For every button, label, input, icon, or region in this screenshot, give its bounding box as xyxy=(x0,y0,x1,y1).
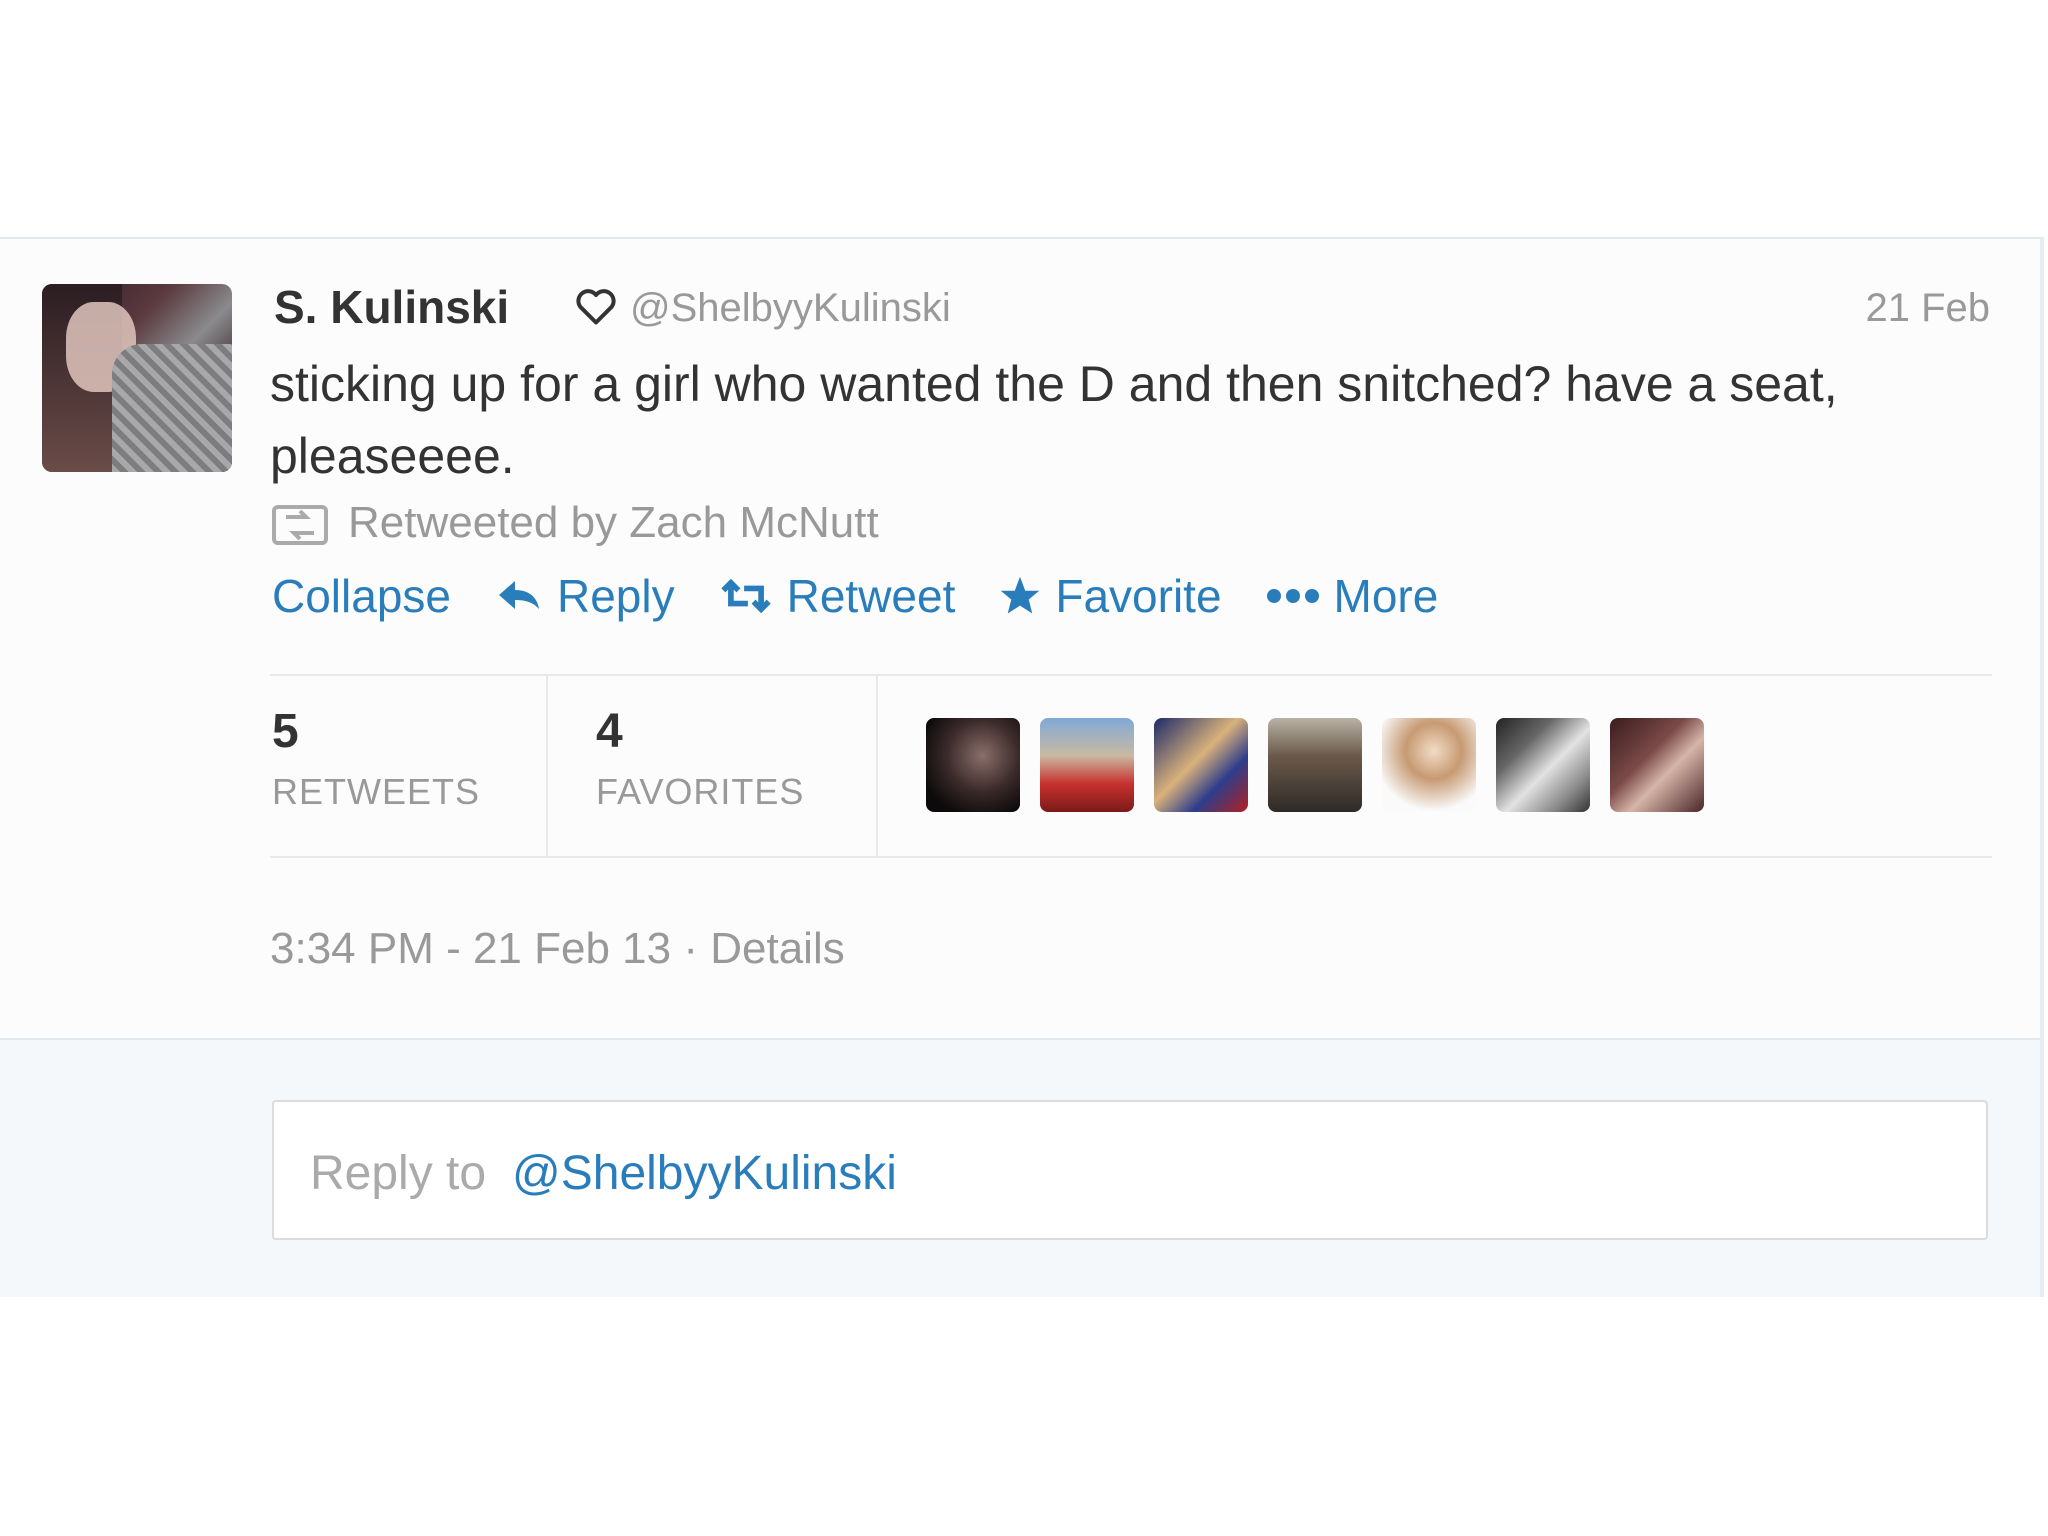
author-name[interactable]: S. Kulinski xyxy=(274,280,509,334)
favorite-label: Favorite xyxy=(1055,570,1222,622)
author-avatar[interactable] xyxy=(42,284,232,472)
more-dots-icon xyxy=(1266,589,1319,603)
reply-arrow-icon xyxy=(499,581,539,609)
collapse-label: Collapse xyxy=(272,570,451,622)
favoriter-avatar[interactable] xyxy=(1610,718,1704,812)
details-link[interactable]: Details xyxy=(710,924,845,973)
author-handle[interactable]: @ShelbyyKulinski xyxy=(630,286,951,331)
retweet-button[interactable]: Retweet xyxy=(719,569,956,623)
tweet-text: sticking up for a girl who wanted the D … xyxy=(270,356,1838,484)
favorites-stat[interactable]: 4 FAVORITES xyxy=(596,704,804,813)
retweeted-icon xyxy=(272,505,328,545)
favoriter-avatar[interactable] xyxy=(1268,718,1362,812)
retweets-stat[interactable]: 5 RETWEETS xyxy=(272,704,480,813)
retweet-icon xyxy=(720,579,771,613)
divider xyxy=(546,676,548,858)
favoriter-avatar[interactable] xyxy=(1382,718,1476,812)
reply-button[interactable]: Reply xyxy=(495,569,675,623)
divider xyxy=(876,676,878,858)
tweet-meta: 3:34 PM - 21 Feb 13 · Details xyxy=(270,924,845,974)
retweets-count: 5 xyxy=(272,705,299,758)
favorites-count: 4 xyxy=(596,705,623,758)
tweet-date[interactable]: 21 Feb xyxy=(1865,286,1990,331)
tweet-timestamp[interactable]: 3:34 PM - 21 Feb 13 xyxy=(270,924,671,973)
favoriter-avatar[interactable] xyxy=(1496,718,1590,812)
divider xyxy=(270,856,1992,858)
reply-placeholder-handle: @ShelbyyKulinski xyxy=(512,1147,897,1200)
collapse-link[interactable]: Collapse xyxy=(272,569,451,623)
favorite-button[interactable]: Favorite xyxy=(999,569,1222,623)
star-icon xyxy=(1001,576,1040,614)
divider xyxy=(270,674,1992,676)
tweet-actions: Collapse Reply Retweet Favorite More xyxy=(272,566,1482,626)
reply-placeholder-prefix: Reply to xyxy=(310,1147,487,1200)
favoriter-avatar[interactable] xyxy=(926,718,1020,812)
more-label: More xyxy=(1333,570,1439,622)
heart-icon xyxy=(576,289,616,325)
more-button[interactable]: More xyxy=(1266,569,1439,623)
favorites-label: FAVORITES xyxy=(596,771,805,812)
retweet-label: Retweet xyxy=(786,570,956,622)
retweets-label: RETWEETS xyxy=(272,771,481,812)
retweeted-by-label[interactable]: Retweeted by Zach McNutt xyxy=(348,498,879,548)
reply-label: Reply xyxy=(557,570,675,622)
favoriter-avatar[interactable] xyxy=(1154,718,1248,812)
reply-input[interactable]: Reply to @ShelbyyKulinski xyxy=(272,1100,1988,1240)
favoriter-avatar[interactable] xyxy=(1040,718,1134,812)
meta-separator: · xyxy=(671,924,711,973)
